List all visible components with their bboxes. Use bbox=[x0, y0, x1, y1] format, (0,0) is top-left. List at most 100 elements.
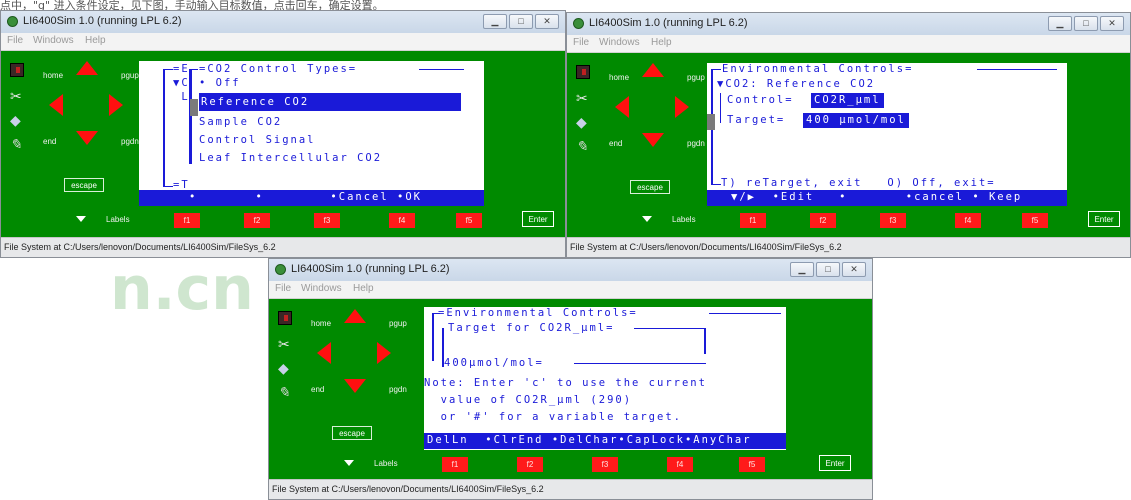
maximize-button[interactable]: □ bbox=[1074, 16, 1098, 31]
record-tool-icon[interactable] bbox=[576, 65, 590, 79]
record-tool-icon[interactable] bbox=[10, 63, 24, 77]
chip-icon[interactable]: ◆ bbox=[10, 113, 24, 127]
title-bar[interactable]: LI6400Sim 1.0 (running LPL 6.2) ▁ □ ✕ bbox=[567, 13, 1130, 35]
menu-windows[interactable]: Windows bbox=[599, 37, 640, 48]
tools-icon[interactable]: ✂ bbox=[576, 91, 590, 105]
status-bar: File System at C:/Users/lenovon/Document… bbox=[1, 237, 565, 257]
tools-icon[interactable]: ✂ bbox=[278, 337, 292, 351]
enter-button[interactable]: Enter bbox=[819, 455, 851, 471]
right-arrow-icon[interactable] bbox=[377, 342, 391, 364]
maximize-button[interactable]: □ bbox=[509, 14, 533, 29]
record-tool-icon[interactable] bbox=[278, 311, 292, 325]
f5-key[interactable]: f5 bbox=[456, 213, 482, 228]
target-box-title: Target for CO2R_µml= bbox=[448, 322, 615, 334]
co2-mode-line[interactable]: ▼CO2: Reference CO2 bbox=[717, 78, 875, 91]
end-label: end bbox=[43, 137, 57, 146]
down-arrow-icon[interactable] bbox=[642, 133, 664, 147]
keypad-panel: ✂ ◆ ✎ home pgup end pgdn escape Labels f… bbox=[269, 299, 872, 480]
bg-line-0: =E bbox=[173, 63, 190, 75]
pen-icon[interactable]: ✎ bbox=[10, 137, 24, 151]
f4-key[interactable]: f4 bbox=[955, 213, 981, 228]
pgup-label: pgup bbox=[389, 319, 407, 328]
option-leaf-intercellular-co2[interactable]: Leaf Intercellular CO2 bbox=[199, 152, 382, 165]
end-label: end bbox=[311, 385, 325, 394]
note-line-3: or '#' for a variable target. bbox=[424, 411, 682, 423]
close-icon: ✕ bbox=[850, 264, 858, 274]
f5-key[interactable]: f5 bbox=[1022, 213, 1048, 228]
up-arrow-icon[interactable] bbox=[642, 63, 664, 77]
close-icon: ✕ bbox=[543, 16, 551, 26]
close-button[interactable]: ✕ bbox=[842, 262, 866, 277]
menu-help[interactable]: Help bbox=[651, 37, 672, 48]
chip-icon[interactable]: ◆ bbox=[576, 115, 590, 129]
f3-key[interactable]: f3 bbox=[592, 457, 618, 472]
left-arrow-icon[interactable] bbox=[49, 94, 63, 116]
right-arrow-icon[interactable] bbox=[109, 94, 123, 116]
lcd-screen: =Environmental Controls= Target for CO2R… bbox=[424, 307, 786, 450]
target-input-value[interactable]: 400µmol/mol= bbox=[444, 357, 544, 370]
f2-key[interactable]: f2 bbox=[244, 213, 270, 228]
menu-help[interactable]: Help bbox=[85, 35, 106, 46]
f4-key[interactable]: f4 bbox=[667, 457, 693, 472]
control-label: Control= bbox=[727, 94, 794, 106]
escape-button[interactable]: escape bbox=[332, 426, 372, 440]
cursor-block bbox=[707, 114, 715, 130]
left-arrow-icon[interactable] bbox=[317, 342, 331, 364]
menu-file[interactable]: File bbox=[275, 283, 291, 294]
maximize-button[interactable]: □ bbox=[816, 262, 840, 277]
f5-key[interactable]: f5 bbox=[739, 457, 765, 472]
option-off[interactable]: • Off bbox=[199, 77, 241, 90]
f1-key[interactable]: f1 bbox=[740, 213, 766, 228]
labels-triangle-icon[interactable] bbox=[344, 460, 354, 466]
f3-key[interactable]: f3 bbox=[314, 213, 340, 228]
menu-windows[interactable]: Windows bbox=[33, 35, 74, 46]
control-value[interactable]: CO2R_µml bbox=[811, 93, 884, 108]
f2-key[interactable]: f2 bbox=[517, 457, 543, 472]
close-button[interactable]: ✕ bbox=[1100, 16, 1124, 31]
window-title: LI6400Sim 1.0 (running LPL 6.2) bbox=[589, 17, 748, 29]
menu-help[interactable]: Help bbox=[353, 283, 374, 294]
escape-button[interactable]: escape bbox=[630, 180, 670, 194]
up-arrow-icon[interactable] bbox=[344, 309, 366, 323]
minimize-icon: ▁ bbox=[491, 16, 499, 26]
option-reference-co2[interactable]: Reference CO2 bbox=[199, 93, 461, 111]
title-bar[interactable]: LI6400Sim 1.0 (running LPL 6.2) ▁ □ ✕ bbox=[269, 259, 872, 281]
pen-icon[interactable]: ✎ bbox=[278, 385, 292, 399]
bg-frame-top bbox=[163, 69, 173, 70]
menu-file[interactable]: File bbox=[573, 37, 589, 48]
minimize-button[interactable]: ▁ bbox=[483, 14, 507, 29]
up-arrow-icon[interactable] bbox=[76, 61, 98, 75]
window-title: LI6400Sim 1.0 (running LPL 6.2) bbox=[291, 263, 450, 275]
target-value[interactable]: 400 µmol/mol bbox=[803, 113, 909, 128]
labels-triangle-icon[interactable] bbox=[76, 216, 86, 222]
softkey-labels: • • •Cancel •OK bbox=[164, 191, 422, 203]
left-arrow-icon[interactable] bbox=[615, 96, 629, 118]
down-arrow-icon[interactable] bbox=[76, 131, 98, 145]
f1-key[interactable]: f1 bbox=[174, 213, 200, 228]
menu-file[interactable]: File bbox=[7, 35, 23, 46]
app-icon bbox=[573, 18, 584, 29]
down-arrow-icon[interactable] bbox=[344, 379, 366, 393]
option-control-signal[interactable]: Control Signal bbox=[199, 134, 316, 147]
minimize-button[interactable]: ▁ bbox=[790, 262, 814, 277]
chip-icon[interactable]: ◆ bbox=[278, 361, 292, 375]
escape-button[interactable]: escape bbox=[64, 178, 104, 192]
f2-key[interactable]: f2 bbox=[810, 213, 836, 228]
status-bar: File System at C:/Users/lenovon/Document… bbox=[269, 479, 872, 499]
labels-triangle-icon[interactable] bbox=[642, 216, 652, 222]
title-bar[interactable]: LI6400Sim 1.0 (running LPL 6.2) ▁ □ ✕ bbox=[1, 11, 565, 33]
close-button[interactable]: ✕ bbox=[535, 14, 559, 29]
option-sample-co2[interactable]: Sample CO2 bbox=[199, 116, 282, 129]
enter-button[interactable]: Enter bbox=[1088, 211, 1120, 227]
f4-key[interactable]: f4 bbox=[389, 213, 415, 228]
right-arrow-icon[interactable] bbox=[675, 96, 689, 118]
menu-windows[interactable]: Windows bbox=[301, 283, 342, 294]
f3-key[interactable]: f3 bbox=[880, 213, 906, 228]
tools-icon[interactable]: ✂ bbox=[10, 89, 24, 103]
enter-button[interactable]: Enter bbox=[522, 211, 554, 227]
frame-top-right bbox=[709, 313, 781, 314]
minimize-button[interactable]: ▁ bbox=[1048, 16, 1072, 31]
frame-bottom-left bbox=[711, 184, 721, 185]
f1-key[interactable]: f1 bbox=[442, 457, 468, 472]
pen-icon[interactable]: ✎ bbox=[576, 139, 590, 153]
